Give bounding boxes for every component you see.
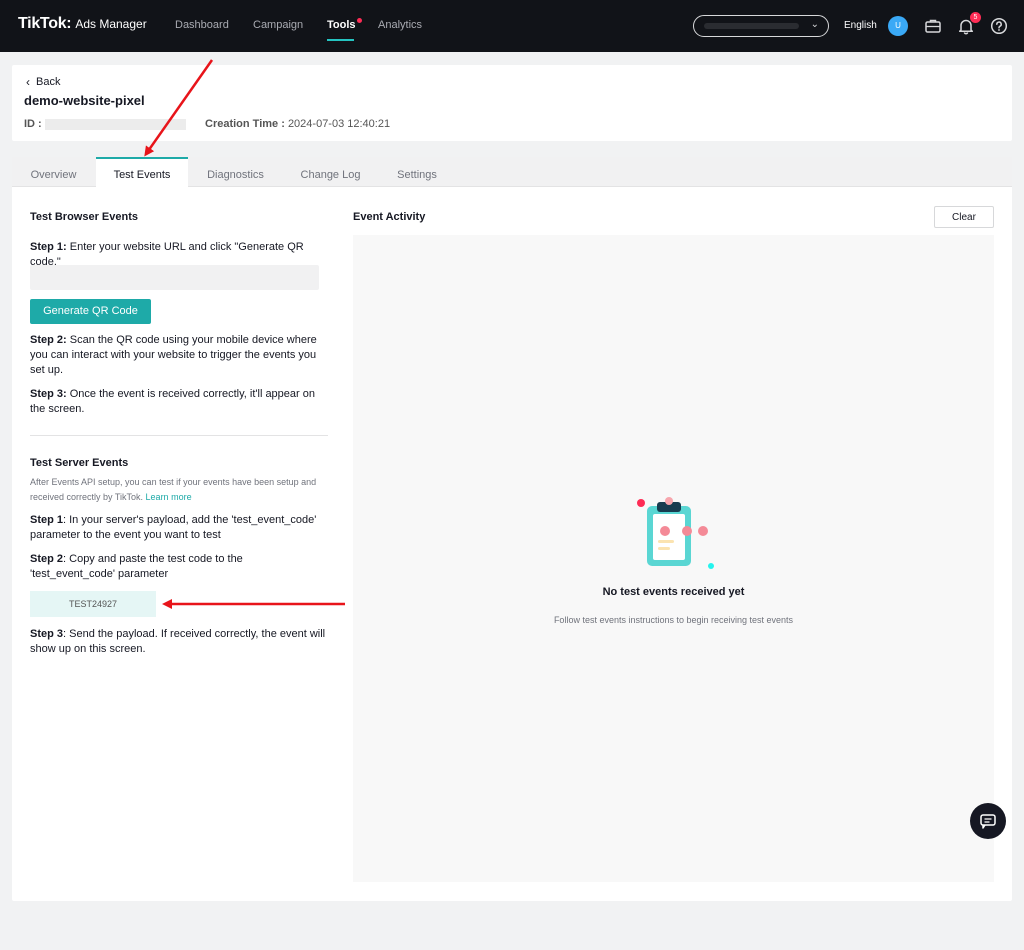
creation-time-label: Creation Time : xyxy=(205,118,285,130)
server-events-title: Test Server Events xyxy=(30,457,129,469)
tab-diagnostics[interactable]: Diagnostics xyxy=(188,157,283,187)
nav-campaign[interactable]: Campaign xyxy=(253,19,303,31)
language-selector[interactable]: English xyxy=(844,20,877,31)
id-label-text: ID : xyxy=(24,118,42,130)
clear-button[interactable]: Clear xyxy=(934,206,994,228)
creation-time-value: 2024-07-03 12:40:21 xyxy=(287,118,391,130)
tab-test-events[interactable]: Test Events xyxy=(96,157,188,188)
chat-icon xyxy=(980,814,996,829)
event-activity-title: Event Activity xyxy=(353,211,426,223)
generate-qr-code-button[interactable]: Generate QR Code xyxy=(30,299,151,324)
creation-time: Creation Time : 2024-07-03 12:40:21 xyxy=(205,118,390,130)
tab-settings[interactable]: Settings xyxy=(378,157,456,187)
browser-step-1-label: Step 1: xyxy=(30,241,67,253)
empty-state-title: No test events received yet xyxy=(602,586,745,598)
server-step-2: Step 2: Copy and paste the test code to … xyxy=(30,552,330,582)
account-selector[interactable]: ⌄ xyxy=(693,15,829,37)
event-activity-panel: No test events received yet Follow test … xyxy=(353,235,994,882)
nav-analytics[interactable]: Analytics xyxy=(378,19,422,31)
browser-step-3-label: Step 3: xyxy=(30,388,67,400)
pixel-id-redacted xyxy=(45,119,186,130)
browser-step-2: Step 2: Scan the QR code using your mobi… xyxy=(30,333,330,378)
product-name: Ads Manager xyxy=(75,17,147,31)
website-url-input[interactable] xyxy=(30,265,319,290)
server-events-description: After Events API setup, you can test if … xyxy=(30,475,330,505)
section-divider xyxy=(30,435,328,436)
browser-step-1-text: Enter your website URL and click "Genera… xyxy=(30,241,304,268)
server-step-1-label: Step 1 xyxy=(30,514,64,526)
server-step-3: Step 3: Send the payload. If received co… xyxy=(30,627,330,657)
server-step-2-label: Step 2 xyxy=(30,553,64,565)
help-icon[interactable] xyxy=(990,17,1008,35)
page-title: demo-website-pixel xyxy=(24,93,145,108)
nav-tools[interactable]: Tools xyxy=(327,18,362,41)
notification-badge: 5 xyxy=(970,12,981,23)
nav-active-underline xyxy=(327,39,354,41)
server-step-3-text: : Send the payload. If received correctl… xyxy=(30,628,326,655)
nav-tools-dot xyxy=(356,18,362,23)
app-logo[interactable]: TikTok : Ads Manager xyxy=(18,15,147,33)
chevron-left-icon: ‹ xyxy=(26,75,30,89)
test-events-card: Overview Test Events Diagnostics Change … xyxy=(12,157,1012,901)
id-label: ID : xyxy=(24,118,42,130)
nav-dashboard[interactable]: Dashboard xyxy=(175,19,229,31)
back-link[interactable]: ‹ Back xyxy=(26,75,60,89)
account-name-redacted xyxy=(704,23,799,29)
browser-step-2-text: Scan the QR code using your mobile devic… xyxy=(30,334,317,376)
pixel-header-card: ‹ Back demo-website-pixel ID : Creation … xyxy=(12,65,1012,141)
brand-colon: : xyxy=(66,15,72,32)
empty-state-subtitle: Follow test events instructions to begin… xyxy=(553,615,794,625)
test-event-code[interactable]: TEST24927 xyxy=(30,591,156,617)
server-step-1-text: : In your server's payload, add the 'tes… xyxy=(30,514,317,541)
nav-tools-label: Tools xyxy=(327,19,356,31)
brand-name: TikTok xyxy=(18,15,67,32)
server-step-1: Step 1: In your server's payload, add th… xyxy=(30,513,330,543)
clipboard-illustration-icon xyxy=(637,497,714,569)
tab-overview[interactable]: Overview xyxy=(12,157,95,187)
server-step-3-label: Step 3 xyxy=(30,628,64,640)
browser-step-3: Step 3: Once the event is received corre… xyxy=(30,387,330,417)
chat-support-button[interactable] xyxy=(970,803,1006,839)
learn-more-link[interactable]: Learn more xyxy=(146,492,192,502)
avatar[interactable]: U xyxy=(888,16,908,36)
browser-step-3-text: Once the event is received correctly, it… xyxy=(30,388,315,415)
top-navigation-bar: TikTok : Ads Manager Dashboard Campaign … xyxy=(0,0,1024,52)
back-label: Back xyxy=(36,76,61,88)
tab-change-log[interactable]: Change Log xyxy=(283,157,378,187)
tab-bar: Overview Test Events Diagnostics Change … xyxy=(12,157,1012,188)
browser-events-title: Test Browser Events xyxy=(30,211,139,223)
browser-step-2-label: Step 2: xyxy=(30,334,67,346)
chevron-down-icon: ⌄ xyxy=(810,19,819,30)
briefcase-icon[interactable] xyxy=(924,17,942,35)
